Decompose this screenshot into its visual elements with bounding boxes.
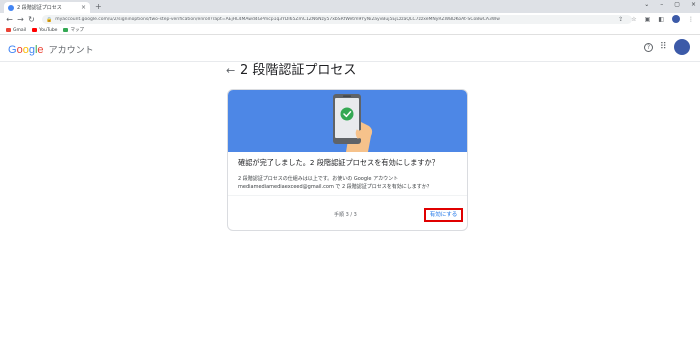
google-favicon-icon: [8, 4, 14, 11]
reload-icon[interactable]: ↻: [26, 15, 37, 25]
google-apps-icon[interactable]: ⠿: [660, 42, 667, 52]
bookmarks-bar: Gmail YouTube マップ: [0, 26, 700, 35]
extensions-icon[interactable]: ▣: [645, 16, 651, 23]
tab-close-icon[interactable]: ×: [81, 4, 86, 11]
bookmark-maps[interactable]: マップ: [63, 27, 84, 33]
card-description-line: 2 段階認証プロセスの仕組みは以上です。お使いの Google アカウント: [238, 176, 399, 182]
browser-toolbar: ← → ↻ 🔒 myaccount.google.com/u/2/signino…: [0, 13, 700, 26]
tab-search-icon[interactable]: ⌄: [644, 1, 649, 8]
address-url: myaccount.google.com/u/2/signinoptions/t…: [55, 17, 500, 22]
hero-banner: [228, 90, 467, 152]
side-panel-icon[interactable]: ◧: [658, 16, 664, 23]
back-arrow-icon[interactable]: ←: [226, 64, 235, 78]
confirmation-card: 確認が完了しました。2 段階認証プロセスを有効にしますか？ 2 段階認証プロセス…: [227, 89, 468, 231]
bookmark-youtube[interactable]: YouTube: [32, 28, 57, 33]
new-tab-button[interactable]: +: [95, 2, 102, 11]
back-arrow-icon[interactable]: ←: [4, 15, 15, 25]
account-label: アカウント: [48, 45, 94, 55]
share-icon[interactable]: ⇪: [618, 16, 623, 23]
help-icon[interactable]: ?: [644, 43, 653, 52]
bookmark-label: YouTube: [39, 27, 58, 33]
address-bar[interactable]: 🔒 myaccount.google.com/u/2/signinoptions…: [42, 15, 632, 24]
enable-button[interactable]: 有効にする: [424, 208, 463, 222]
logo-letter: e: [37, 44, 44, 56]
card-description: 2 段階認証プロセスの仕組みは以上です。お使いの Google アカウント me…: [238, 175, 463, 191]
bookmark-star-icon[interactable]: ☆: [631, 16, 636, 23]
maps-icon: [63, 28, 69, 32]
account-avatar[interactable]: [674, 39, 690, 55]
close-window-icon[interactable]: ×: [691, 1, 696, 8]
phone-check-illustration: [333, 94, 373, 152]
account-header: Google アカウント ? ⠿: [0, 36, 700, 62]
logo-letter: G: [8, 44, 17, 56]
card-title: 確認が完了しました。2 段階認証プロセスを有効にしますか？: [238, 158, 439, 167]
profile-avatar[interactable]: [672, 15, 680, 23]
gmail-icon: [6, 28, 11, 32]
toolbar-actions: ⇪ ☆ ▣ ◧ ⋮: [618, 15, 694, 23]
chrome-menu-icon[interactable]: ⋮: [688, 16, 694, 23]
window-controls: ⌄ – ▢ ×: [644, 1, 696, 8]
page-title: 2 段階認証プロセス: [240, 63, 357, 78]
browser-tab[interactable]: 2 段階認証プロセス ×: [4, 2, 90, 13]
maximize-icon[interactable]: ▢: [674, 1, 680, 8]
youtube-icon: [32, 28, 38, 32]
tab-title: 2 段階認証プロセス: [17, 5, 62, 11]
lock-icon: 🔒: [46, 16, 53, 23]
bookmark-label: Gmail: [13, 27, 27, 33]
card-description-line: mediamediamediaexceed@gmail.com で 2 段階認証…: [238, 184, 432, 190]
bookmark-gmail[interactable]: Gmail: [6, 28, 26, 33]
step-indicator: 手順 3 / 3: [334, 212, 357, 218]
google-account-logo[interactable]: Google アカウント: [8, 43, 94, 56]
forward-arrow-icon[interactable]: →: [15, 15, 26, 25]
bookmark-label: マップ: [70, 28, 84, 33]
minimize-icon[interactable]: –: [660, 1, 663, 8]
card-divider: [228, 195, 467, 196]
tab-strip: 2 段階認証プロセス × + ⌄ – ▢ ×: [0, 0, 700, 13]
